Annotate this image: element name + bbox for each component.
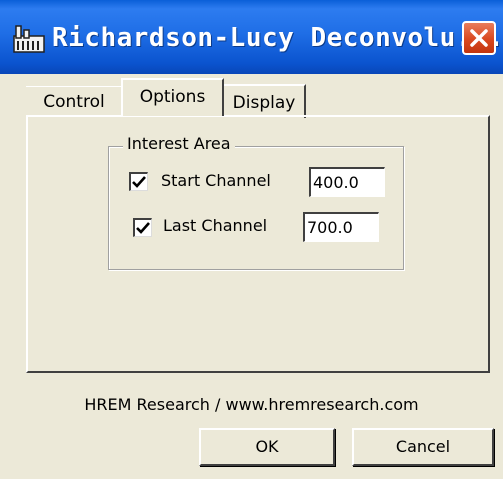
app-icon xyxy=(12,24,46,54)
start-channel-checkbox[interactable] xyxy=(129,172,148,191)
start-channel-label: Start Channel xyxy=(161,171,271,190)
credit-text: HREM Research / www.hremresearch.com xyxy=(84,395,419,414)
tab-options[interactable]: Options xyxy=(121,78,224,116)
ok-button[interactable]: OK xyxy=(199,428,335,466)
checkmark-icon xyxy=(136,222,150,234)
checkmark-icon xyxy=(132,176,146,188)
dialog-window: Richardson-Lucy Deconvolu... Control Opt… xyxy=(0,0,503,479)
window-title: Richardson-Lucy Deconvolu... xyxy=(52,23,503,53)
close-button[interactable] xyxy=(462,21,496,55)
interest-area-label: Interest Area xyxy=(123,133,235,155)
last-channel-input[interactable] xyxy=(303,212,379,242)
last-channel-label: Last Channel xyxy=(163,216,268,235)
cancel-button[interactable]: Cancel xyxy=(352,428,494,466)
close-icon xyxy=(470,29,488,47)
start-channel-input[interactable] xyxy=(309,167,385,197)
tab-display[interactable]: Display xyxy=(224,84,306,118)
interest-area-group xyxy=(108,146,404,270)
last-channel-checkbox[interactable] xyxy=(133,218,152,237)
title-bar[interactable]: Richardson-Lucy Deconvolu... xyxy=(0,0,503,74)
tab-control[interactable]: Control xyxy=(26,86,122,116)
